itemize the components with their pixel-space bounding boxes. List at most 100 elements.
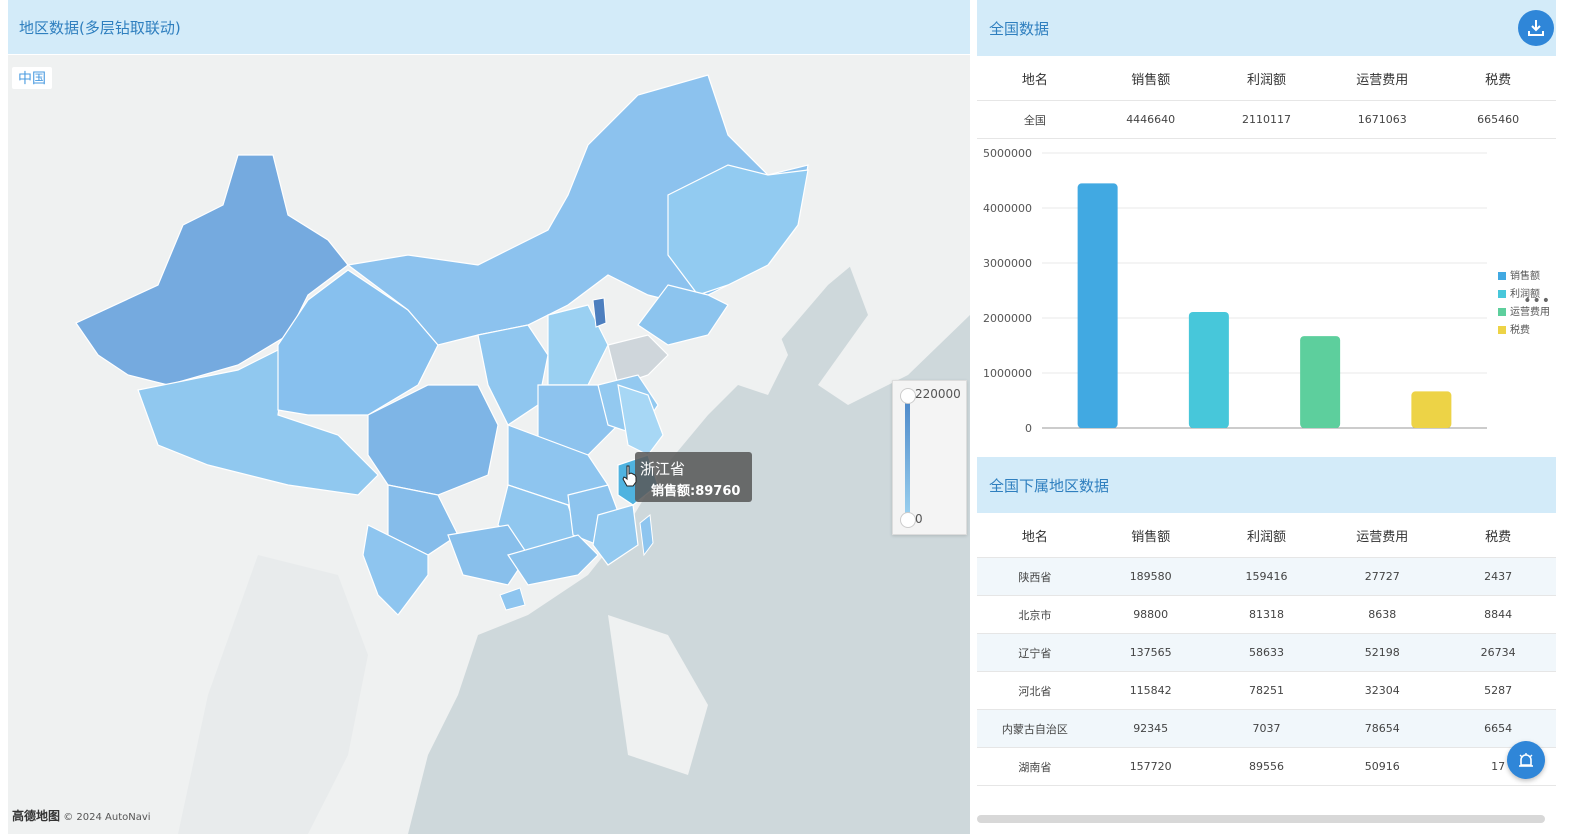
map-attribution: 高德地图 © 2024 AutoNavi [12, 807, 151, 824]
bar-chart-svg[interactable]: 010000002000000300000040000005000000销售额利… [977, 139, 1556, 449]
table-row[interactable]: 陕西省 189580 159416 27727 2437 [977, 557, 1556, 596]
table-cell: 78251 [1208, 671, 1325, 710]
table-cell: 32304 [1324, 671, 1441, 710]
legend-min-handle[interactable] [900, 512, 916, 528]
y-tick-label: 2000000 [983, 312, 1032, 325]
table-cell: 辽宁省 [977, 633, 1093, 672]
regions-table: 地名 销售额 利润额 运营费用 税费 陕西省 189580 159416 27727 2437 北… [977, 513, 1556, 786]
table-cell: 159416 [1208, 557, 1325, 596]
legend-min-label: 0 [915, 512, 923, 526]
table-cell: 189580 [1092, 557, 1209, 596]
bar-1 [1077, 183, 1118, 428]
legend-swatch [1498, 308, 1506, 316]
tooltip-region: 浙江省 [640, 460, 686, 478]
table-row[interactable]: 内蒙古自治区 92345 7037 78654 6654 [977, 709, 1556, 748]
legend-gradient-bar [905, 395, 910, 519]
table-cell: 27727 [1324, 557, 1441, 596]
table-cell: 4446640 [1092, 100, 1209, 139]
bar-2 [1188, 311, 1229, 428]
tooltip-value: 89760 [695, 484, 741, 499]
national-panel-header: 全国数据 [977, 0, 1556, 56]
table-cell: 1671063 [1324, 100, 1441, 139]
table-cell: 26734 [1440, 633, 1556, 672]
table-cell: 湖南省 [977, 747, 1093, 786]
region-panel: 地区数据(多层钻取联动) 中国 220000 0 浙江省 销售额:89760 高… [8, 0, 970, 834]
table-cell: 137565 [1092, 633, 1209, 672]
map-copyright: © 2024 AutoNavi [63, 812, 151, 823]
table-cell: 89556 [1208, 747, 1325, 786]
legend-label: 税费 [1510, 323, 1530, 336]
national-col-header: 地名 [977, 56, 1093, 101]
download-icon [1528, 20, 1544, 36]
bar-3 [1300, 336, 1341, 428]
legend-label: 销售额 [1510, 269, 1540, 282]
table-cell: 50916 [1324, 747, 1441, 786]
national-table: 地名 销售额 利润额 运营费用 税费 全国 4446640 2110117 1671063 66… [977, 56, 1556, 139]
table-cell: 78654 [1324, 709, 1441, 748]
y-tick-label: 1000000 [983, 367, 1032, 380]
national-col-header: 利润额 [1208, 56, 1325, 101]
legend-swatch [1498, 290, 1506, 298]
table-row: 全国 4446640 2110117 1671063 665460 [977, 100, 1556, 139]
y-tick-label: 3000000 [983, 257, 1032, 270]
national-col-header: 销售额 [1092, 56, 1209, 101]
national-bar-chart[interactable]: 0 1000000 2000000 3000000 4000000 5000000 销售额利… [977, 139, 1556, 449]
legend-swatch [1498, 326, 1506, 334]
table-cell: 2110117 [1208, 100, 1325, 139]
map-canvas[interactable] [8, 55, 970, 834]
map-tooltip: 浙江省 销售额:89760 [635, 452, 752, 502]
table-cell: 98800 [1092, 595, 1209, 634]
table-cell: 内蒙古自治区 [977, 709, 1093, 748]
china-map[interactable]: 中国 220000 0 浙江省 销售额:89760 高德地图 © 2024 Au… [8, 55, 970, 834]
table-cell: 陕西省 [977, 557, 1093, 596]
breadcrumb[interactable]: 中国 [12, 67, 52, 89]
data-panel: 全国数据 地名 销售额 利润额 运营费用 税费 全国 4446640 2110117 1671… [977, 0, 1556, 786]
tooltip-metric-label: 销售额 [651, 484, 691, 499]
regions-col-header: 运营费用 [1324, 513, 1441, 558]
horizontal-scrollbar[interactable] [977, 815, 1545, 823]
table-cell: 157720 [1092, 747, 1209, 786]
table-cell: 8638 [1324, 595, 1441, 634]
table-row[interactable]: 辽宁省 137565 58633 52198 26734 [977, 633, 1556, 672]
y-tick-label: 4000000 [983, 202, 1032, 215]
legend-max-handle[interactable] [900, 388, 916, 404]
table-cell: 6654 [1440, 709, 1556, 748]
table-cell: 115842 [1092, 671, 1209, 710]
regions-col-header: 销售额 [1092, 513, 1209, 558]
regions-panel-title: 全国下属地区数据 [989, 476, 1110, 495]
legend-max-label: 220000 [915, 387, 961, 401]
map-brand-logo: 高德地图 [12, 809, 61, 823]
bar-4 [1411, 391, 1452, 428]
table-cell: 58633 [1208, 633, 1325, 672]
regions-col-header: 地名 [977, 513, 1093, 558]
table-cell: 7037 [1208, 709, 1325, 748]
national-panel-title: 全国数据 [989, 19, 1050, 38]
y-tick-label: 5000000 [983, 147, 1032, 160]
table-cell: 5287 [1440, 671, 1556, 710]
table-cell: 北京市 [977, 595, 1093, 634]
table-cell: 92345 [1092, 709, 1209, 748]
regions-panel-header: 全国下属地区数据 [977, 457, 1556, 513]
legend-swatch [1498, 272, 1506, 280]
alarm-icon [1519, 753, 1533, 767]
table-row[interactable]: 湖南省 157720 89556 50916 17 [977, 747, 1556, 786]
regions-col-header: 利润额 [1208, 513, 1325, 558]
hand-cursor-icon [622, 465, 638, 491]
regions-col-header: 税费 [1440, 513, 1556, 558]
alarm-button[interactable] [1507, 741, 1545, 779]
y-tick-label: 0 [1025, 422, 1032, 435]
table-cell: 8844 [1440, 595, 1556, 634]
table-row[interactable]: 北京市 98800 81318 8638 8844 [977, 595, 1556, 634]
table-cell: 52198 [1324, 633, 1441, 672]
table-cell: 2437 [1440, 557, 1556, 596]
download-button[interactable] [1518, 10, 1554, 46]
visual-map-legend[interactable]: 220000 0 [892, 380, 967, 535]
table-row[interactable]: 河北省 115842 78251 32304 5287 [977, 671, 1556, 710]
table-cell: 665460 [1440, 100, 1556, 139]
region-panel-title: 地区数据(多层钻取联动) [8, 0, 970, 54]
national-col-header: 运营费用 [1324, 56, 1441, 101]
more-icon[interactable]: ••• [1523, 293, 1551, 309]
table-cell: 全国 [977, 100, 1093, 139]
national-col-header: 税费 [1440, 56, 1556, 101]
table-cell: 河北省 [977, 671, 1093, 710]
